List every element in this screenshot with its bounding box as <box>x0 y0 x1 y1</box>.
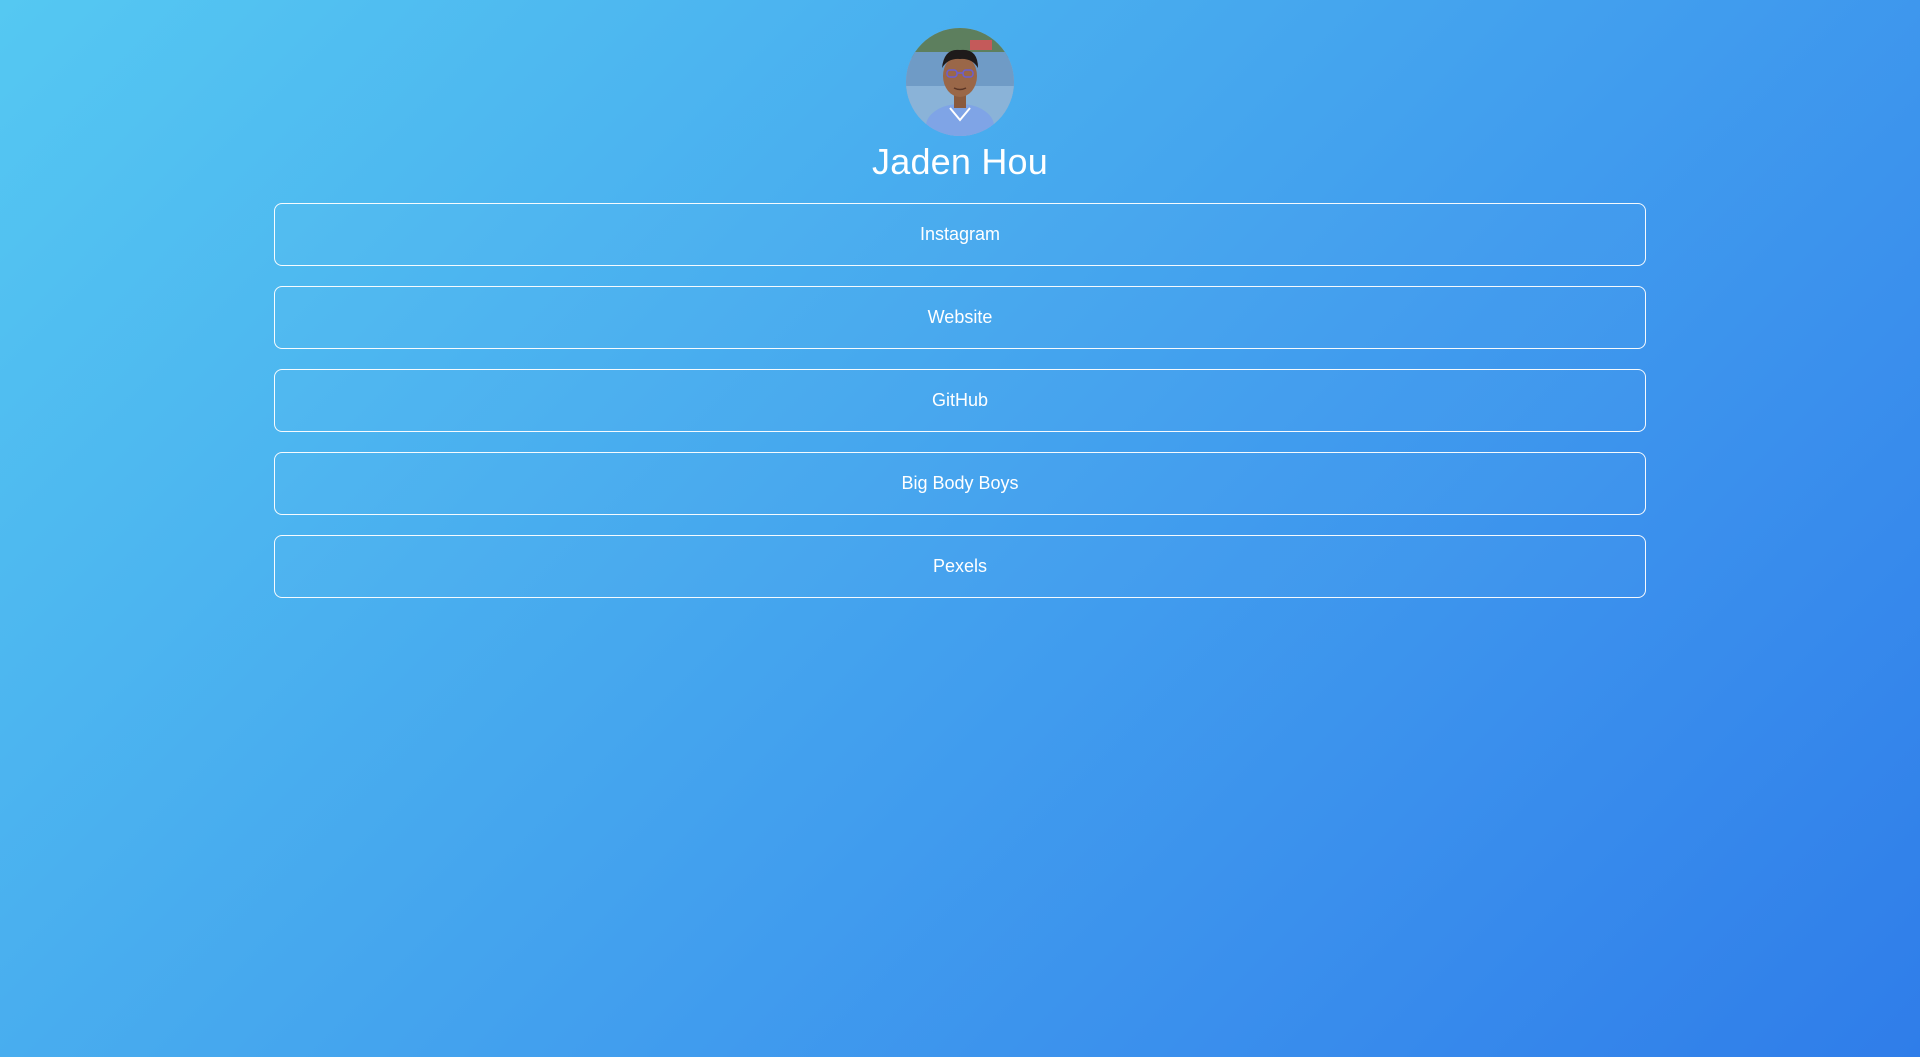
link-button-instagram[interactable]: Instagram <box>274 203 1646 266</box>
link-button-github[interactable]: GitHub <box>274 369 1646 432</box>
avatar-photo <box>906 28 1014 136</box>
avatar <box>906 28 1014 136</box>
profile-header: Jaden Hou <box>0 28 1920 184</box>
link-button-website[interactable]: Website <box>274 286 1646 349</box>
link-list: Instagram Website GitHub Big Body Boys P… <box>274 203 1646 618</box>
link-page: Jaden Hou Instagram Website GitHub Big B… <box>0 0 1920 1057</box>
link-button-big-body-boys[interactable]: Big Body Boys <box>274 452 1646 515</box>
profile-name: Jaden Hou <box>872 141 1048 182</box>
link-button-pexels[interactable]: Pexels <box>274 535 1646 598</box>
